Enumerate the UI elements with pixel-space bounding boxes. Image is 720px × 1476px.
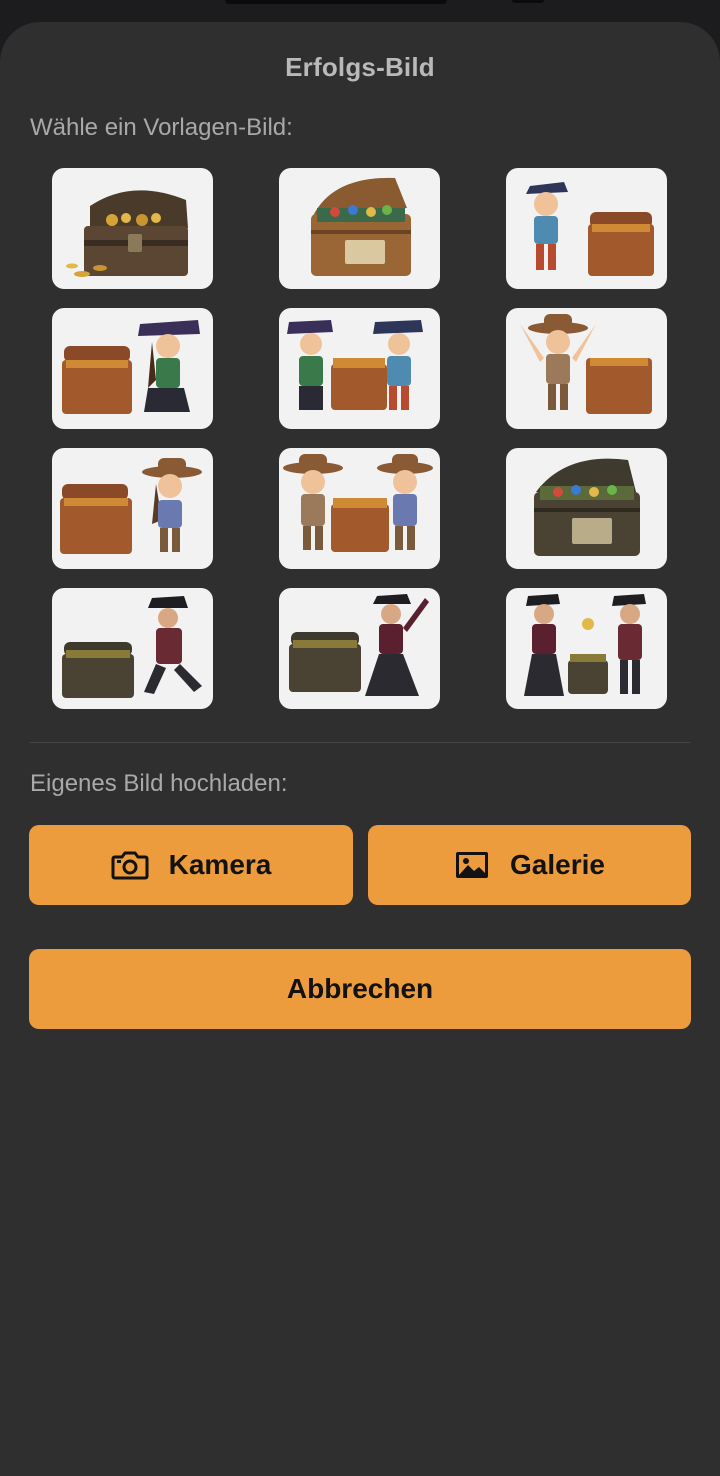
template-chest-pirate-woman[interactable] <box>279 588 440 709</box>
chest-with-pirate-man-image <box>62 596 202 698</box>
template-treasure-chest-1[interactable] <box>52 168 213 289</box>
template-treasure-chest-3[interactable] <box>506 448 667 569</box>
two-kid-pirates-with-chest-image <box>287 320 423 410</box>
sheet-title: Erfolgs-Bild <box>285 52 435 82</box>
chest-with-cowgirl-image <box>60 458 202 554</box>
treasure-chest-image <box>66 190 188 277</box>
gallery-button[interactable]: Galerie <box>368 825 691 905</box>
cowboy-boy-with-chest-image <box>520 314 652 414</box>
treasure-chest-image <box>311 177 411 276</box>
camera-button[interactable]: Kamera <box>29 825 353 905</box>
cancel-button[interactable]: Abbrechen <box>29 949 691 1029</box>
two-pirates-with-chest-image <box>524 594 646 696</box>
notch <box>225 0 447 4</box>
template-chest-cowgirl[interactable] <box>52 448 213 569</box>
template-cowboy-boy-chest[interactable] <box>506 308 667 429</box>
cowboy-kids-with-chest-image <box>283 454 433 552</box>
template-cowboy-kids-chest[interactable] <box>279 448 440 569</box>
bottom-sheet: Erfolgs-Bild Wähle ein Vorlagen-Bild: Ei… <box>0 22 720 1476</box>
section-divider <box>30 742 690 743</box>
template-two-kid-pirates-chest[interactable] <box>279 308 440 429</box>
upload-section-label: Eigenes Bild hochladen: <box>30 770 288 797</box>
template-boy-pirate-chest[interactable] <box>506 168 667 289</box>
boy-pirate-with-chest-image <box>526 182 654 276</box>
template-grid <box>52 168 668 710</box>
camera-icon <box>111 850 149 880</box>
gallery-button-label: Galerie <box>510 849 605 880</box>
template-chest-girl-pirate[interactable] <box>52 308 213 429</box>
treasure-chest-image <box>534 458 640 556</box>
template-chest-pirate-man[interactable] <box>52 588 213 709</box>
chest-with-girl-pirate-image <box>62 320 200 414</box>
image-icon <box>454 850 490 880</box>
sensor <box>512 0 544 3</box>
template-treasure-chest-2[interactable] <box>279 168 440 289</box>
chest-with-pirate-woman-image <box>289 594 429 696</box>
status-bar <box>0 0 720 22</box>
template-section-label: Wähle ein Vorlagen-Bild: <box>30 114 293 141</box>
template-two-pirates-chest[interactable] <box>506 588 667 709</box>
cancel-button-label: Abbrechen <box>286 973 434 1004</box>
camera-button-label: Kamera <box>168 849 272 880</box>
